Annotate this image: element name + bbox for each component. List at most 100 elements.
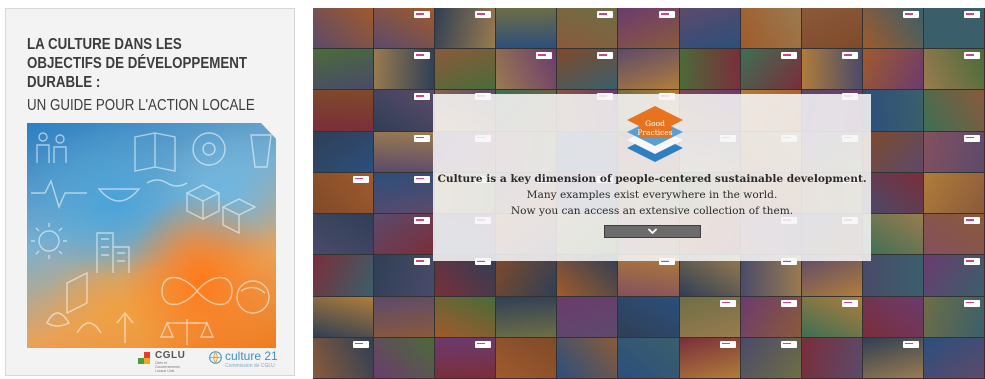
practice-tag — [780, 52, 797, 60]
photo-tile — [923, 172, 984, 214]
photo-tile — [923, 214, 984, 255]
photo-tile — [435, 255, 496, 296]
practice-tag — [536, 52, 553, 60]
cover-title: LA CULTURE DANS LES OBJECTIFS DE DÉVELOP… — [27, 36, 247, 91]
photo-tile — [557, 49, 618, 90]
photo-tile — [801, 337, 862, 378]
cover-illustration — [27, 123, 276, 348]
photo-tile — [679, 337, 740, 378]
photo-tile — [313, 49, 374, 90]
photo-tile — [740, 337, 801, 378]
intro-overlay: Good Practices Culture is a key dimensio… — [433, 94, 871, 261]
good-practices-banner[interactable]: Good Practices Culture is a key dimensio… — [313, 8, 985, 379]
photo-tile — [679, 296, 740, 337]
practice-tag — [963, 134, 980, 142]
practice-tag — [841, 299, 858, 307]
photo-tile — [374, 8, 435, 49]
photo-tile — [313, 131, 374, 172]
practice-tag — [963, 258, 980, 266]
logo-text-good: Good — [645, 119, 665, 128]
practice-tag — [353, 340, 370, 348]
photo-tile — [862, 255, 923, 296]
chevron-down-icon — [648, 228, 657, 234]
photo-tile — [862, 131, 923, 172]
photo-tile — [435, 296, 496, 337]
photo-tile — [923, 8, 984, 49]
photo-tile — [801, 296, 862, 337]
photo-tile — [557, 255, 618, 296]
photo-tile — [679, 255, 740, 296]
practice-tag — [963, 11, 980, 18]
sdg-line-icons — [31, 132, 272, 345]
practice-tag — [719, 299, 736, 307]
photo-tile — [801, 49, 862, 90]
photo-tile — [862, 49, 923, 90]
photo-tile — [618, 8, 679, 49]
practice-tag — [475, 11, 492, 18]
practice-tag — [902, 340, 919, 348]
practice-tag — [780, 340, 797, 348]
photo-tile — [313, 90, 374, 131]
photo-tile — [435, 337, 496, 378]
photo-tile — [801, 8, 862, 49]
photo-tile — [374, 49, 435, 90]
photo-tile — [740, 49, 801, 90]
photo-tile — [679, 49, 740, 90]
photo-tile — [618, 49, 679, 90]
photo-tile — [923, 296, 984, 337]
photo-tile — [557, 296, 618, 337]
photo-tile — [618, 255, 679, 296]
photo-tile — [374, 296, 435, 337]
photo-tile — [496, 337, 557, 378]
photo-tile — [618, 337, 679, 378]
photo-tile — [496, 49, 557, 90]
photo-tile — [313, 214, 374, 255]
practice-tag — [963, 299, 980, 307]
photo-tile — [496, 255, 557, 296]
tagline: Culture is a key dimension of people-cen… — [433, 171, 871, 219]
practice-tag — [719, 340, 736, 348]
photo-tile — [740, 296, 801, 337]
photo-tile — [374, 337, 435, 378]
photo-tile — [374, 131, 435, 172]
tagline-line-3: Now you can access an extensive collecti… — [510, 205, 794, 217]
photo-tile — [374, 90, 435, 131]
photo-tile — [557, 337, 618, 378]
culture21-globe-icon — [209, 351, 222, 364]
photo-tile — [923, 131, 984, 172]
cover-subtitle: UN GUIDE POUR L'ACTION LOCALE — [27, 97, 255, 114]
practice-tag — [597, 11, 614, 18]
photo-tile — [923, 49, 984, 90]
photo-tile — [801, 255, 862, 296]
scroll-down-button[interactable] — [604, 225, 701, 238]
practice-tag — [841, 52, 858, 60]
cglu-name: CGLU — [155, 350, 186, 361]
cglu-tagline: Cités et Gouvernements Locaux Unis — [155, 361, 180, 373]
photo-tile — [374, 172, 435, 214]
partner-logos: CGLU Cités et Gouvernements Locaux Unis … — [138, 349, 288, 373]
photo-tile — [435, 49, 496, 90]
photo-tile — [313, 255, 374, 296]
photo-tile — [374, 255, 435, 296]
practice-tag — [902, 11, 919, 18]
practice-tag — [414, 134, 431, 142]
photo-tile — [435, 8, 496, 49]
photo-tile — [862, 8, 923, 49]
photo-tile — [496, 8, 557, 49]
photo-tile — [740, 8, 801, 49]
guide-cover[interactable]: LA CULTURE DANS LES OBJECTIFS DE DÉVELOP… — [5, 8, 295, 376]
photo-tile — [496, 296, 557, 337]
practice-tag — [414, 93, 431, 101]
practice-tag — [414, 52, 431, 60]
photo-tile — [313, 337, 374, 378]
tagline-line-1: Culture is a key dimension of people-cen… — [437, 173, 867, 185]
photo-tile — [862, 90, 923, 131]
practice-tag — [963, 217, 980, 225]
photo-tile — [740, 255, 801, 296]
photo-tile — [313, 8, 374, 49]
practice-tag — [597, 52, 614, 60]
practice-tag — [658, 11, 675, 18]
photo-tile — [618, 296, 679, 337]
photo-tile — [557, 8, 618, 49]
practice-tag — [780, 299, 797, 307]
